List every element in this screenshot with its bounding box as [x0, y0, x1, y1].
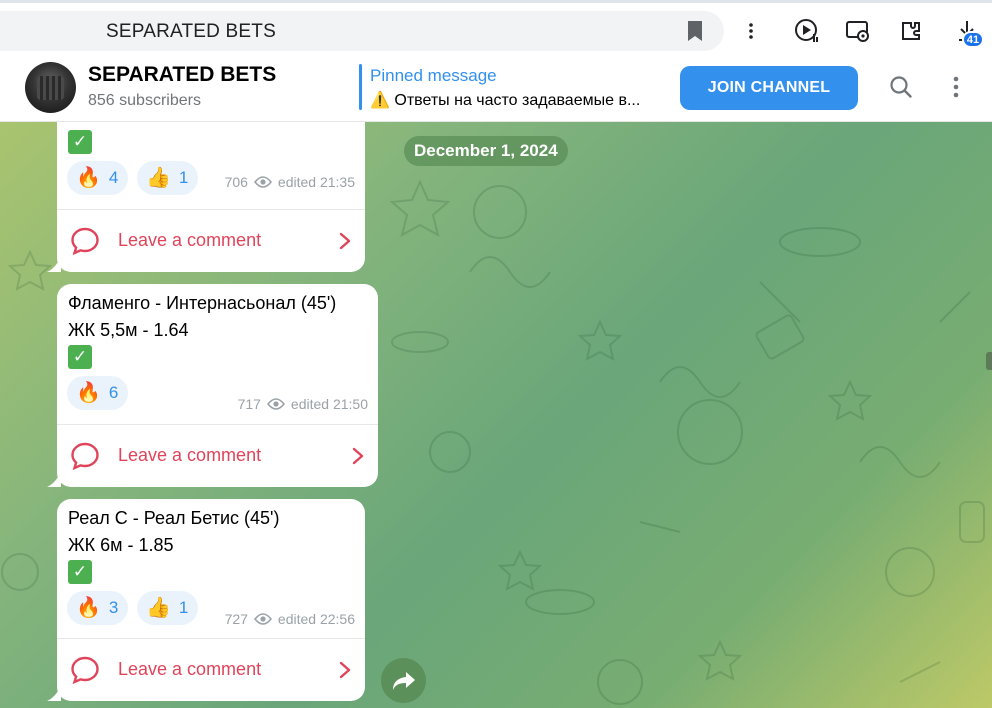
reaction-fire[interactable]: 🔥 4 [67, 161, 129, 195]
eye-icon [266, 398, 285, 410]
tab-title: SEPARATED BETS [106, 21, 276, 42]
comment-label: Leave a comment [118, 445, 262, 465]
message-bubble[interactable]: Фламенго - Интернасьонал (45') ЖК 5,5м -… [57, 284, 378, 487]
check-mark-emoji: ✓ [68, 345, 92, 369]
message-bubble[interactable]: Реал С - Реал Бетис (45') ЖК 6м - 1.85 ✓… [57, 499, 365, 701]
channel-name[interactable]: SEPARATED BETS [88, 63, 276, 87]
comment-label: Leave a comment [118, 659, 262, 679]
join-channel-button[interactable]: JOIN CHANNEL [680, 66, 858, 110]
thumbs-up-emoji: 👍 [146, 597, 171, 619]
bubble-tail [47, 471, 61, 487]
reaction-fire[interactable]: 🔥 6 [67, 376, 129, 410]
reaction-fire[interactable]: 🔥 3 [67, 591, 129, 625]
fire-emoji: 🔥 [76, 382, 101, 404]
subscriber-count: 856 subscribers [88, 92, 201, 109]
pinned-indicator [359, 64, 362, 110]
message-meta: 706 edited 21:35 [225, 174, 355, 190]
view-count: 717 [237, 396, 261, 412]
edited-time: edited 22:56 [277, 611, 355, 627]
chat-area[interactable]: December 1, 2024 ✓ 🔥 4 👍 1 706 edited 21… [0, 122, 992, 708]
reaction-count: 3 [108, 598, 119, 617]
bookmark-icon[interactable] [687, 20, 703, 42]
pinned-message-title[interactable]: Pinned message [370, 66, 497, 86]
more-vert-icon[interactable] [943, 74, 969, 100]
thumbs-up-emoji: 👍 [146, 167, 171, 189]
check-mark-emoji: ✓ [68, 560, 92, 584]
eye-icon [253, 176, 272, 188]
bubble-tail [47, 256, 61, 272]
eye-icon [253, 613, 272, 625]
leave-comment-button[interactable]: Leave a comment [57, 639, 365, 701]
view-count: 706 [224, 174, 248, 190]
chevron-right-icon [339, 661, 351, 679]
message-line: ЖК 6м - 1.85 [68, 535, 174, 555]
message-bubble[interactable]: ✓ 🔥 4 👍 1 706 edited 21:35 Leave a comme… [57, 122, 365, 272]
screen-cast-icon[interactable] [844, 17, 872, 45]
message-meta: 727 edited 22:56 [225, 611, 355, 627]
reaction-count: 4 [108, 168, 119, 187]
comment-icon [71, 656, 99, 685]
pinned-message-text[interactable]: ⚠️ Ответы на часто задаваемые в... [370, 90, 640, 110]
chevron-right-icon [352, 447, 364, 465]
comment-icon [71, 227, 99, 256]
message-line: ЖК 5,5м - 1.64 [68, 320, 189, 340]
address-bar[interactable]: SEPARATED BETS [0, 11, 724, 51]
chevron-right-icon [339, 232, 351, 250]
channel-avatar[interactable] [25, 62, 76, 113]
channel-header: SEPARATED BETS 856 subscribers Pinned me… [0, 54, 992, 122]
downloads-badge: 41 [962, 31, 984, 48]
message-line: Реал С - Реал Бетис (45') [68, 508, 280, 528]
comment-icon [71, 442, 99, 471]
edited-time: edited 21:50 [290, 396, 368, 412]
extensions-icon[interactable] [897, 17, 925, 45]
reaction-count: 1 [178, 168, 189, 187]
edited-time: edited 21:35 [277, 174, 355, 190]
leave-comment-button[interactable]: Leave a comment [57, 425, 378, 487]
check-mark-emoji: ✓ [68, 130, 92, 154]
view-count: 727 [224, 611, 248, 627]
media-control-icon[interactable] [793, 17, 821, 45]
message-line: Фламенго - Интернасьонал (45') [68, 293, 337, 313]
forward-arrow-icon [392, 671, 415, 690]
comment-label: Leave a comment [118, 230, 262, 250]
date-separator: December 1, 2024 [404, 136, 568, 166]
forward-button[interactable] [381, 658, 426, 703]
fire-emoji: 🔥 [76, 597, 101, 619]
reaction-thumbs-up[interactable]: 👍 1 [137, 161, 199, 195]
leave-comment-button[interactable]: Leave a comment [57, 210, 365, 272]
reaction-count: 6 [108, 383, 119, 402]
message-meta: 717 edited 21:50 [238, 396, 368, 412]
fire-emoji: 🔥 [76, 167, 101, 189]
scroll-handle[interactable] [986, 352, 992, 370]
search-icon[interactable] [888, 74, 914, 100]
bubble-tail [47, 685, 61, 701]
more-vert-icon[interactable] [737, 17, 765, 45]
browser-toolbar: SEPARATED BETS 41 [0, 0, 992, 54]
reaction-count: 1 [178, 598, 189, 617]
reaction-thumbs-up[interactable]: 👍 1 [137, 591, 199, 625]
